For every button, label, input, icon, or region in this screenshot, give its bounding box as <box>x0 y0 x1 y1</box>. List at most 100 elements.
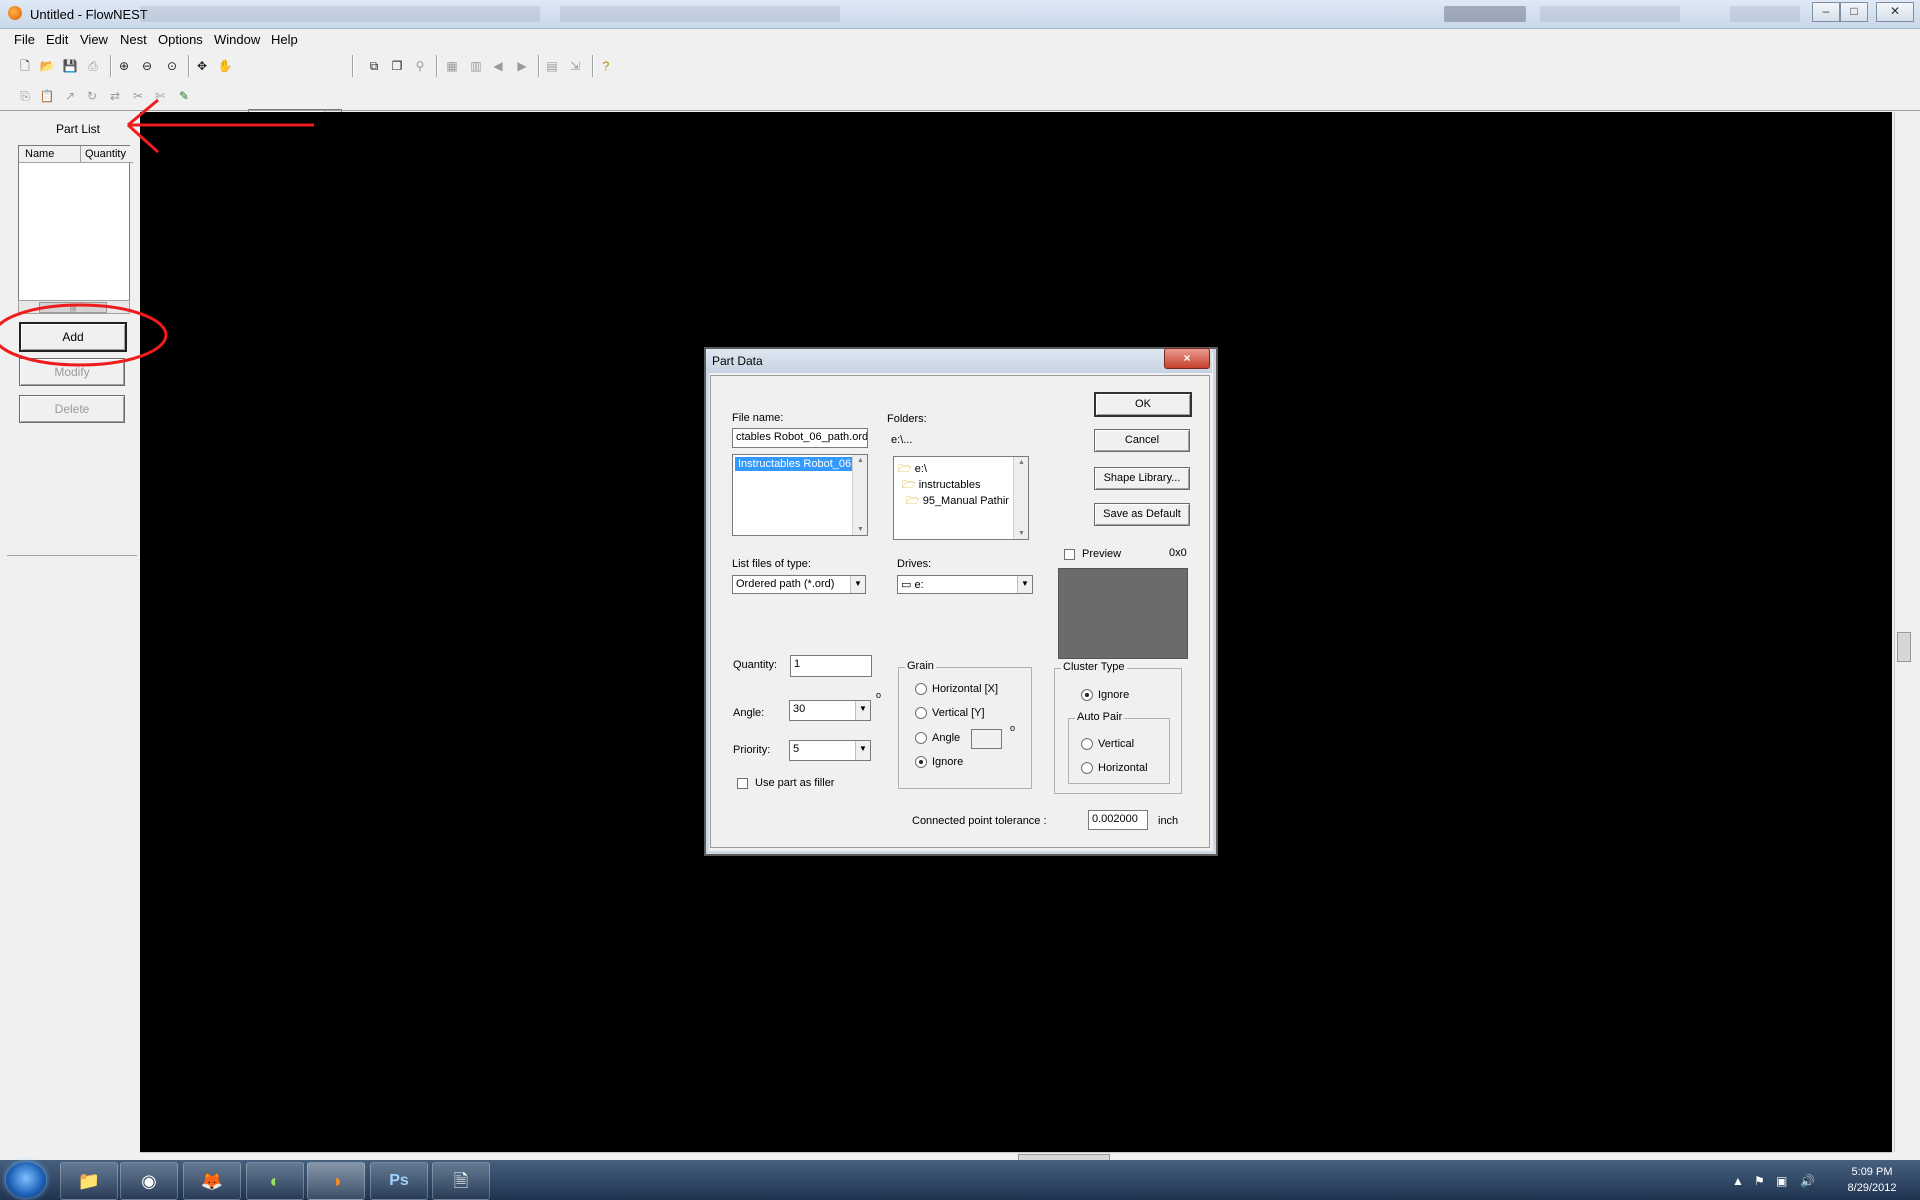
column-header-name[interactable]: Name <box>19 146 81 163</box>
bars-icon[interactable]: ▥ <box>466 56 486 76</box>
flownest-icon[interactable]: ◑ <box>307 1162 365 1200</box>
cut-icon[interactable]: ✂ <box>128 86 148 106</box>
tree-icon[interactable]: ⚲ <box>410 56 430 76</box>
zoom-out-icon[interactable]: ⊖ <box>137 56 157 76</box>
previous-icon[interactable]: ◀ <box>488 56 508 76</box>
zoom-fit-icon[interactable]: ⊙ <box>162 56 182 76</box>
column-header-quantity[interactable]: Quantity <box>81 146 133 163</box>
file-explorer-icon[interactable]: 📁 <box>60 1162 118 1200</box>
background-tab-ghost <box>1444 6 1526 22</box>
chevron-down-icon[interactable]: ▼ <box>855 741 870 760</box>
pan-icon[interactable]: ✥ <box>192 56 212 76</box>
file-name-field[interactable]: ctables Robot_06_path.ord <box>732 428 868 448</box>
drives-select[interactable]: ▭ e: ▼ <box>897 575 1033 594</box>
folder-list-scrollbar[interactable]: ▲ ▼ <box>1013 457 1028 539</box>
scrollbar-thumb[interactable]: ||| <box>39 302 107 313</box>
grain-degree-mark: o <box>1010 723 1016 733</box>
nest-icon[interactable]: ⧉ <box>364 56 384 76</box>
grain-ignore-radio[interactable] <box>915 756 927 768</box>
paste-icon[interactable]: 📋 <box>37 86 57 106</box>
document-icon[interactable]: 🗎 <box>432 1162 490 1200</box>
hand-icon[interactable]: ✋ <box>215 56 235 76</box>
modify-button[interactable]: Modify <box>19 358 125 386</box>
menu-help[interactable]: Help <box>271 32 298 47</box>
dialog-title-bar[interactable] <box>706 349 1212 373</box>
menu-options[interactable]: Options <box>158 32 203 47</box>
grain-horizontal-radio[interactable] <box>915 683 927 695</box>
file-list-scrollbar[interactable]: ▲ ▼ <box>852 455 867 535</box>
preview-checkbox[interactable] <box>1064 549 1075 560</box>
quantity-field[interactable]: 1 <box>790 655 872 677</box>
cancel-button[interactable]: Cancel <box>1094 429 1190 452</box>
part-list-title: Part List <box>56 122 101 136</box>
use-filler-checkbox[interactable] <box>737 778 748 789</box>
file-list-item-selected[interactable]: Instructables Robot_06 <box>735 457 852 471</box>
help-icon[interactable]: ? <box>596 56 616 76</box>
grid-icon[interactable]: ▦ <box>442 56 462 76</box>
action-center-flag-icon[interactable]: ⚑ <box>1754 1174 1765 1188</box>
grain-angle-radio[interactable] <box>915 732 927 744</box>
folder-list[interactable]: 🗁 e:\ 🗁 instructables 🗁 95_Manual Pathir… <box>893 456 1029 540</box>
background-tab-ghost <box>1540 6 1680 22</box>
angle-select[interactable]: 30 ▼ <box>789 700 871 721</box>
print-icon[interactable]: ⎙ <box>83 56 103 76</box>
part-list-scrollbar[interactable]: ||| <box>18 300 130 314</box>
taskbar-clock[interactable]: 5:09 PM 8/29/2012 <box>1832 1164 1912 1196</box>
path-tool-icon[interactable]: ✎ <box>174 86 194 106</box>
export-icon[interactable]: ⇲ <box>565 56 585 76</box>
drives-label: Drives: <box>897 558 932 570</box>
ok-button[interactable]: OK <box>1094 392 1192 417</box>
close-window-button[interactable]: ✕ <box>1876 2 1914 22</box>
firefox-icon[interactable]: 🦊 <box>183 1162 241 1200</box>
chevron-down-icon[interactable]: ▼ <box>855 701 870 720</box>
chevron-down-icon[interactable]: ▼ <box>1017 576 1032 593</box>
open-folder-icon[interactable]: 📂 <box>37 56 57 76</box>
add-button[interactable]: Add <box>19 322 127 352</box>
grain-vertical-radio[interactable] <box>915 707 927 719</box>
scrollbar-thumb[interactable] <box>1897 632 1911 662</box>
auto-pair-vertical-radio[interactable] <box>1081 738 1093 750</box>
mirror-icon[interactable]: ⇄ <box>105 86 125 106</box>
copy-icon[interactable]: ⎘ <box>15 86 35 106</box>
tolerance-field[interactable]: 0.002000 <box>1088 810 1148 830</box>
chrome-icon[interactable]: ◉ <box>120 1162 178 1200</box>
canvas-vertical-scrollbar[interactable] <box>1894 112 1912 1152</box>
new-file-icon[interactable]: 🗋 <box>15 56 35 76</box>
volume-icon[interactable]: 🔊 <box>1800 1174 1815 1188</box>
shape-library-button[interactable]: Shape Library... <box>1094 467 1190 490</box>
network-icon[interactable]: ▣ <box>1776 1174 1787 1188</box>
dialog-close-button[interactable]: × <box>1164 348 1210 369</box>
delete-button[interactable]: Delete <box>19 395 125 423</box>
maximize-button[interactable]: □ <box>1840 2 1868 22</box>
report-icon[interactable]: ▤ <box>542 56 562 76</box>
open-folder-icon: 🗁 <box>898 463 912 475</box>
list-type-value: Ordered path (*.ord) <box>736 578 835 590</box>
priority-select[interactable]: 5 ▼ <box>789 740 871 761</box>
app-green-icon[interactable]: ◐ <box>246 1162 304 1200</box>
next-icon[interactable]: ▶ <box>512 56 532 76</box>
save-as-default-button[interactable]: Save as Default <box>1094 503 1190 526</box>
auto-pair-title: Auto Pair <box>1075 711 1125 723</box>
scissors-icon[interactable]: ✄ <box>150 86 170 106</box>
cluster-ignore-radio[interactable] <box>1081 689 1093 701</box>
auto-pair-horizontal-radio[interactable] <box>1081 762 1093 774</box>
zoom-in-icon[interactable]: ⊕ <box>114 56 134 76</box>
photoshop-icon[interactable]: Ps <box>370 1162 428 1200</box>
menu-window[interactable]: Window <box>214 32 260 47</box>
menu-nest[interactable]: Nest <box>120 32 147 47</box>
list-type-select[interactable]: Ordered path (*.ord) ▼ <box>732 575 866 594</box>
chevron-down-icon[interactable]: ▼ <box>850 576 865 593</box>
file-list[interactable]: Instructables Robot_06 ▲ ▼ <box>732 454 868 536</box>
part-list-table[interactable]: Name Quantity <box>18 145 133 302</box>
save-icon[interactable]: 💾 <box>60 56 80 76</box>
folder-item[interactable]: 🗁 95_Manual Pathir <box>906 492 1010 511</box>
menu-file[interactable]: File <box>14 32 35 47</box>
move-icon[interactable]: ↗ <box>60 86 80 106</box>
minimize-button[interactable]: – <box>1812 2 1840 22</box>
start-button[interactable] <box>6 1162 46 1198</box>
tray-up-arrow-icon[interactable]: ▲ <box>1732 1174 1744 1188</box>
rotate-icon[interactable]: ↻ <box>82 86 102 106</box>
copy-sheet-icon[interactable]: ❐ <box>387 56 407 76</box>
menu-view[interactable]: View <box>80 32 108 47</box>
menu-edit[interactable]: Edit <box>46 32 68 47</box>
